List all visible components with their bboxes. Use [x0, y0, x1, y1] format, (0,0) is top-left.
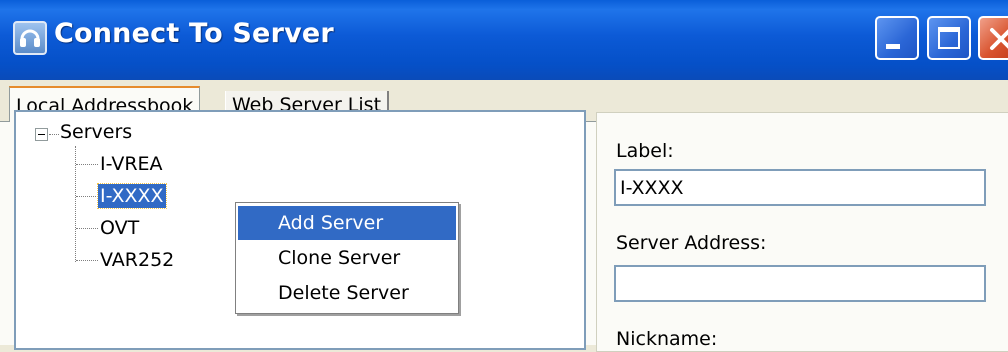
maximize-icon — [938, 27, 960, 49]
server-address-caption: Server Address: — [616, 232, 767, 254]
collapse-toggle-icon[interactable] — [35, 128, 48, 141]
tree-node-i-xxxx[interactable]: I-XXXX — [97, 183, 167, 209]
tree-node-var252[interactable]: VAR252 — [100, 248, 174, 272]
tree-connector — [76, 260, 98, 261]
tree-connector — [76, 228, 98, 229]
close-icon — [990, 28, 1008, 50]
menu-item-clone-server[interactable]: Clone Server — [238, 241, 456, 275]
headset-icon[interactable] — [13, 21, 47, 55]
minimize-button[interactable] — [875, 16, 919, 60]
label-field[interactable] — [614, 169, 986, 206]
context-menu: Add Server Clone Server Delete Server — [235, 202, 459, 314]
menu-item-add-server[interactable]: Add Server — [238, 206, 456, 240]
tree-root-servers[interactable]: Servers — [60, 120, 132, 144]
close-button[interactable] — [978, 16, 1008, 60]
tree-connector — [76, 164, 98, 165]
tree-connector — [49, 134, 59, 135]
title-bar[interactable]: Connect To Server — [0, 0, 1008, 80]
window-title: Connect To Server — [54, 18, 334, 49]
tree-node-i-vrea[interactable]: I-VREA — [100, 152, 163, 176]
tree-connector — [76, 196, 98, 197]
tree-node-ovt[interactable]: OVT — [100, 216, 139, 240]
nickname-caption: Nickname: — [616, 328, 718, 350]
maximize-button[interactable] — [927, 16, 971, 60]
server-address-field[interactable] — [614, 265, 986, 302]
label-caption: Label: — [616, 140, 674, 162]
minimize-icon — [886, 44, 900, 49]
menu-item-delete-server[interactable]: Delete Server — [238, 276, 456, 310]
